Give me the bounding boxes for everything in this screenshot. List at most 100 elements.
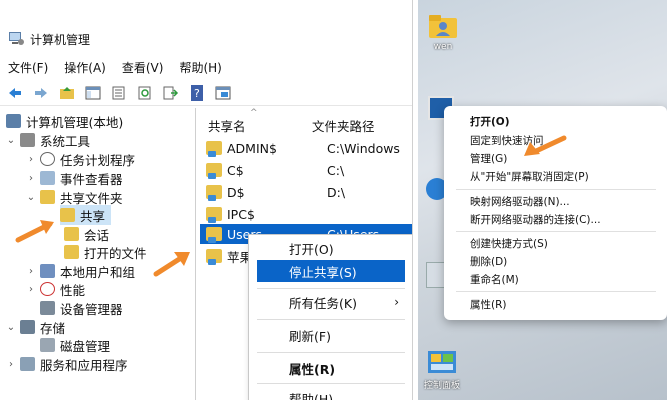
- show-hide-tree-icon[interactable]: [82, 83, 104, 103]
- tree-item-disk-management[interactable]: 磁盘管理: [40, 335, 110, 355]
- event-viewer-icon: [40, 171, 55, 185]
- menu-item-properties[interactable]: 属性(R): [444, 295, 667, 314]
- orange-arrow-icon: [524, 135, 567, 156]
- user-folder-icon: [429, 15, 457, 38]
- menu-view[interactable]: 查看(V): [122, 59, 164, 76]
- device-manager-icon: [40, 301, 55, 315]
- table-row[interactable]: D$ D:\: [200, 182, 412, 202]
- menu-item-open[interactable]: 打开(O): [444, 112, 667, 131]
- tree-item-services-apps[interactable]: › 服务和应用程序: [6, 354, 128, 374]
- share-context-menu: 打开(O) 停止共享(S) 所有任务(K) › 刷新(F) 属性(R) 帮助(H…: [248, 234, 412, 400]
- chevron-down-icon[interactable]: ⌄: [26, 192, 36, 203]
- menu-separator: [257, 319, 405, 320]
- chevron-right-icon[interactable]: ›: [26, 154, 36, 165]
- properties-icon[interactable]: [212, 83, 234, 103]
- menu-separator: [257, 352, 405, 353]
- shared-folder-icon: [60, 208, 75, 222]
- tree-item-performance[interactable]: › 性能: [26, 279, 85, 299]
- open-files-folder-icon: [64, 245, 79, 259]
- menu-item-delete[interactable]: 删除(D): [444, 252, 667, 271]
- export-icon[interactable]: [160, 83, 182, 103]
- table-row[interactable]: ADMIN$ C:\Windows: [200, 138, 412, 158]
- menu-item-stop-sharing[interactable]: 停止共享(S): [257, 260, 405, 282]
- computer-management-icon: [6, 114, 21, 128]
- menu-separator: [456, 189, 656, 190]
- tree-item-device-manager[interactable]: 设备管理器: [40, 298, 123, 318]
- tree-item-local-users[interactable]: › 本地用户和组: [26, 261, 135, 281]
- svg-text:?: ?: [194, 87, 200, 100]
- desktop: wen 控制面板 打开(O) 固定到快速访问 管理(G) 从"开始"屏幕取消固定…: [418, 0, 667, 400]
- chevron-right-icon: ›: [394, 295, 399, 309]
- chevron-right-icon[interactable]: ›: [26, 284, 36, 295]
- window-title: 计算机管理: [30, 32, 91, 47]
- menu-bar: 文件(F) 操作(A) 查看(V) 帮助(H): [0, 56, 222, 78]
- tree-item-task-scheduler[interactable]: › 任务计划程序: [26, 149, 135, 169]
- tree-item-shared-folders[interactable]: ⌄ 共享文件夹: [26, 187, 123, 207]
- tree-item-storage[interactable]: ⌄ 存储: [6, 317, 65, 337]
- chevron-right-icon[interactable]: ›: [6, 359, 16, 370]
- tree-item-open-files[interactable]: 打开的文件: [64, 242, 147, 262]
- menu-separator: [456, 291, 656, 292]
- orange-arrow-icon: [15, 220, 54, 243]
- up-folder-icon[interactable]: [56, 83, 78, 103]
- computer-management-icon: [8, 30, 24, 49]
- menu-item-all-tasks[interactable]: 所有任务(K) ›: [249, 291, 412, 313]
- tree-item-shares[interactable]: 共享: [60, 205, 112, 225]
- chevron-right-icon[interactable]: ›: [26, 266, 36, 277]
- tree-item-root[interactable]: 计算机管理(本地): [6, 111, 123, 131]
- menu-item-unpin-start[interactable]: 从"开始"屏幕取消固定(P): [444, 167, 667, 186]
- tools-icon: [20, 133, 35, 147]
- performance-icon: [40, 282, 55, 296]
- clock-icon: [40, 152, 55, 166]
- menu-item-disconnect-network-drive[interactable]: 断开网络驱动器的连接(C)...: [444, 210, 667, 229]
- sessions-folder-icon: [64, 227, 79, 241]
- table-row[interactable]: IPC$: [200, 204, 412, 224]
- help-icon[interactable]: ?: [186, 83, 208, 103]
- menu-separator: [257, 383, 405, 384]
- menu-item-map-network-drive[interactable]: 映射网络驱动器(N)...: [444, 192, 667, 211]
- toolbar: ?: [0, 80, 412, 106]
- users-icon: [40, 264, 55, 278]
- menu-separator: [456, 231, 656, 232]
- menu-help[interactable]: 帮助(H): [179, 59, 221, 76]
- column-header-share-name[interactable]: 共享名: [208, 116, 246, 135]
- share-icon: [206, 141, 222, 157]
- menu-separator: [257, 288, 405, 289]
- menu-item-help[interactable]: 帮助(H): [249, 387, 412, 400]
- menu-item-refresh[interactable]: 刷新(F): [249, 324, 412, 346]
- control-panel-icon: [428, 351, 456, 373]
- tree-item-event-viewer[interactable]: › 事件查看器: [26, 168, 123, 188]
- disk-icon: [40, 338, 55, 352]
- tree-item-sessions[interactable]: 会话: [64, 224, 109, 244]
- chevron-down-icon[interactable]: ⌄: [6, 322, 16, 333]
- export-list-icon[interactable]: [108, 83, 130, 103]
- share-icon: [206, 249, 222, 265]
- menu-item-create-shortcut[interactable]: 创建快捷方式(S): [444, 234, 667, 253]
- desktop-icon-user-folder[interactable]: wen: [428, 12, 458, 52]
- menu-file[interactable]: 文件(F): [8, 59, 48, 76]
- computer-management-window: 计算机管理 文件(F) 操作(A) 查看(V) 帮助(H) ? 计算机管理(本地…: [0, 0, 413, 400]
- refresh-icon[interactable]: [134, 83, 156, 103]
- share-icon: [206, 163, 222, 179]
- chevron-right-icon[interactable]: ›: [26, 173, 36, 184]
- desktop-icon-control-panel[interactable]: 控制面板: [424, 350, 460, 391]
- share-icon: [206, 207, 222, 223]
- storage-icon: [20, 320, 35, 334]
- title-bar: 计算机管理: [0, 26, 412, 52]
- menu-action[interactable]: 操作(A): [64, 59, 106, 76]
- column-header-folder-path[interactable]: 文件夹路径: [312, 116, 375, 135]
- orange-arrow-icon: [153, 252, 190, 277]
- chevron-down-icon[interactable]: ⌄: [6, 135, 16, 146]
- tree-item-system-tools[interactable]: ⌄ 系统工具: [6, 130, 90, 150]
- forward-icon[interactable]: [30, 83, 52, 103]
- back-icon[interactable]: [4, 83, 26, 103]
- share-icon: [206, 227, 222, 243]
- sort-up-icon: ^: [250, 108, 258, 118]
- shared-folder-icon: [40, 190, 55, 204]
- menu-item-rename[interactable]: 重命名(M): [444, 270, 667, 289]
- table-row[interactable]: C$ C:\: [200, 160, 412, 180]
- services-icon: [20, 357, 35, 371]
- menu-item-properties[interactable]: 属性(R): [249, 357, 412, 379]
- menu-item-open[interactable]: 打开(O): [249, 237, 412, 259]
- share-icon: [206, 185, 222, 201]
